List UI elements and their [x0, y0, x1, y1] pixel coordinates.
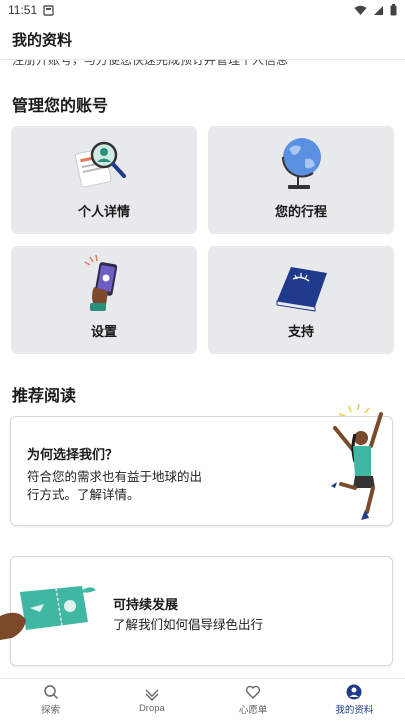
profile-icon — [346, 684, 362, 699]
book-icon — [276, 267, 327, 312]
your-trips-label: 您的行程 — [274, 204, 327, 219]
nav-dropa-label: Dropa — [138, 703, 165, 714]
nav-explore[interactable]: 探索 — [0, 679, 101, 720]
personal-details-label: 个人详情 — [77, 204, 130, 219]
nav-my-profile-label: 我的资料 — [335, 704, 374, 716]
phone-settings-icon — [84, 254, 118, 311]
search-icon — [43, 684, 58, 699]
globe-icon — [281, 138, 321, 189]
sustainability-text: 了解我们如何倡导绿色出行 — [113, 618, 264, 632]
your-trips-card[interactable]: 您的行程 — [208, 126, 394, 234]
why-choose-us-text-line1: 符合您的需求也有益于地球的出 — [27, 470, 203, 484]
green-ticket-illustration — [0, 586, 96, 640]
bottom-nav: 探索 Dropa 心愿单 我的资料 — [0, 678, 405, 720]
personal-details-card[interactable]: 个人详情 — [11, 126, 197, 234]
why-choose-us-title: 为何选择我们？ — [27, 447, 119, 462]
settings-card[interactable]: 设置 — [11, 246, 197, 354]
signal-icon — [374, 5, 383, 15]
status-bar: 11:51 — [0, 0, 405, 20]
nav-wishlist[interactable]: 心愿单 — [203, 679, 304, 720]
heart-icon — [246, 685, 261, 699]
support-label: 支持 — [287, 324, 314, 339]
nav-explore-label: 探索 — [41, 704, 61, 716]
status-time: 11:51 — [8, 3, 38, 17]
manage-account-title: 管理您的账号 — [12, 98, 109, 115]
settings-label: 设置 — [90, 324, 117, 339]
profile-magnifier-icon — [74, 141, 126, 188]
nav-wishlist-label: 心愿单 — [238, 704, 268, 716]
wifi-icon — [354, 5, 367, 15]
support-card[interactable]: 支持 — [208, 246, 394, 354]
nav-my-profile[interactable]: 我的资料 — [304, 679, 405, 720]
notification-icon — [43, 4, 54, 16]
recommended-reading-title: 推荐阅读 — [12, 388, 77, 405]
battery-icon — [390, 4, 397, 16]
nav-dropa[interactable]: Dropa — [101, 679, 202, 720]
page-title: 我的资料 — [0, 20, 405, 60]
heart-outline-icon — [145, 689, 159, 701]
jumping-person-illustration — [331, 404, 383, 520]
sustainability-title: 可持续发展 — [113, 597, 179, 612]
why-choose-us-text-line2: 行方式。了解详情。 — [27, 488, 140, 502]
